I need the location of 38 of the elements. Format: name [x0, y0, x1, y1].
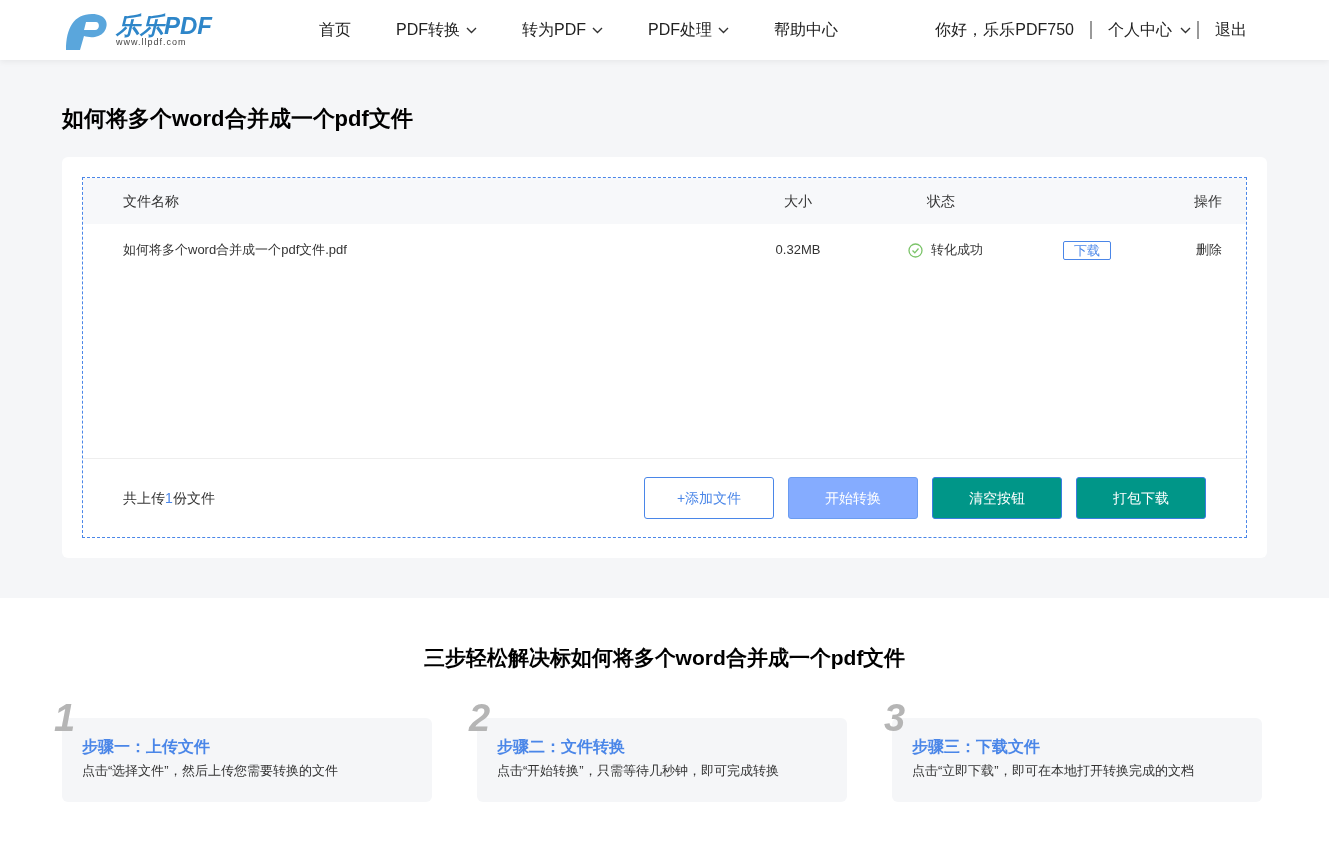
column-header: 操作 — [1194, 191, 1222, 211]
step-title: 步骤二：文件转换 — [497, 737, 626, 757]
step-number: 1 — [54, 698, 76, 738]
delete-link[interactable]: 删除 — [1196, 240, 1222, 260]
nav-link[interactable]: 转为PDF — [522, 18, 603, 42]
step-description: 点击“选择文件”，然后上传您需要转换的文件 — [82, 762, 339, 780]
step-description: 点击“开始转换”，只需等待几秒钟，即可完成转换 — [497, 762, 780, 780]
greeting-text: 你好，乐乐PDF750 — [935, 20, 1074, 40]
page-title: 如何将多个word合并成一个pdf文件 — [62, 105, 414, 133]
nav-link[interactable]: PDF处理 — [648, 18, 729, 42]
chevron-down-icon — [466, 26, 477, 34]
download-button[interactable]: 下载 — [1063, 240, 1111, 260]
site-url: www.llpdf.com — [116, 37, 188, 47]
steps-heading: 三步轻松解决标如何将多个word合并成一个pdf文件 — [422, 645, 907, 671]
column-header: 文件名称 — [122, 191, 180, 211]
chevron-down-icon — [718, 26, 729, 34]
nav-link[interactable]: 首页 — [319, 18, 351, 42]
step-number: 3 — [884, 698, 906, 738]
nav-link[interactable]: 帮助中心 — [774, 18, 838, 42]
action-button[interactable]: 清空按钮 — [932, 477, 1062, 519]
step-title: 步骤一：上传文件 — [82, 737, 211, 757]
brand-name: 乐乐PDF — [116, 13, 212, 38]
file-size: 0.32MB — [774, 241, 822, 260]
status-text: 转化成功 — [931, 241, 983, 260]
action-button[interactable]: +添加文件 — [644, 477, 774, 519]
chevron-down-icon — [592, 26, 603, 34]
nav-link[interactable]: PDF转换 — [396, 18, 477, 42]
file-name: 如何将多个word合并成一个pdf文件.pdf — [122, 241, 348, 260]
column-header: 状态 — [926, 191, 956, 211]
action-button[interactable]: 打包下载 — [1076, 477, 1206, 519]
step-number: 2 — [469, 698, 491, 738]
account-menu[interactable]: 个人中心 — [1108, 18, 1191, 42]
upload-count-text: 共上传1份文件 — [123, 488, 215, 508]
column-header: 大小 — [783, 191, 813, 211]
step-description: 点击“立即下载”，即可在本地打开转换完成的文档 — [912, 762, 1195, 780]
chevron-down-icon — [1180, 26, 1191, 34]
step-title: 步骤三：下载文件 — [912, 737, 1041, 757]
logout-link[interactable]: 退出 — [1215, 18, 1247, 42]
